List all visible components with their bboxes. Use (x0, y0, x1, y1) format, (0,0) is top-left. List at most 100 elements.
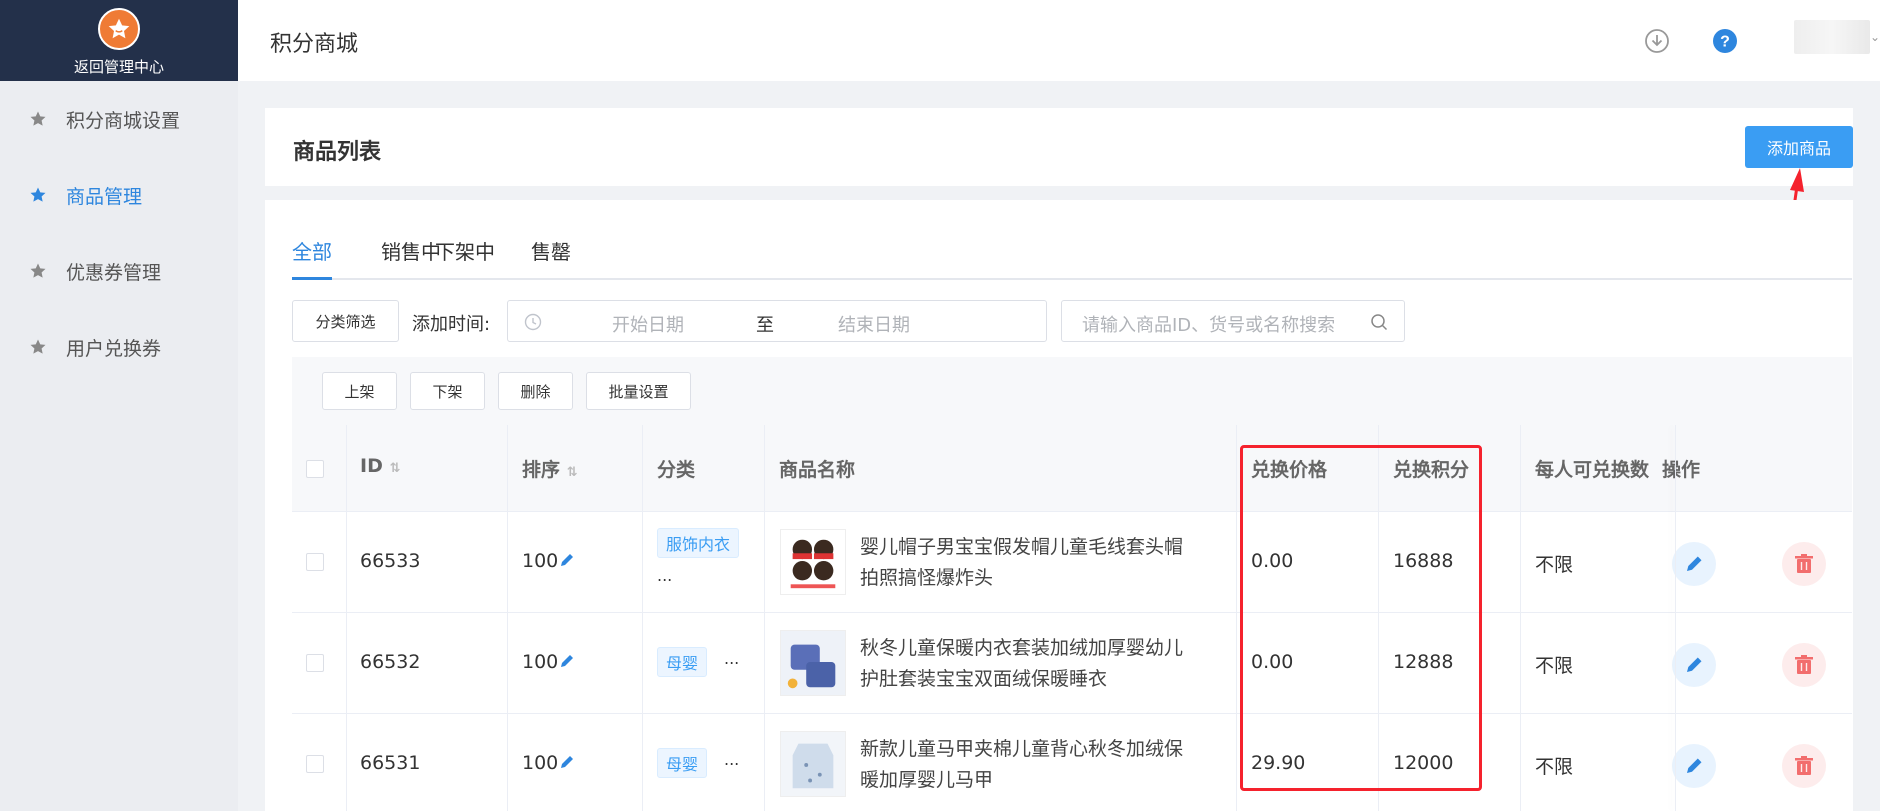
cell-points: 12888 (1393, 651, 1454, 673)
column-divider (764, 425, 765, 811)
delete-row-button[interactable] (1782, 542, 1826, 586)
category-tag: 母婴 (657, 748, 708, 778)
trash-icon (1795, 756, 1813, 775)
sidebar-item-user-vouchers[interactable]: 用户兑换券 (0, 309, 238, 385)
table-row: 66531 100 母婴 ... 新款儿童马甲夹棉儿童背心秋冬加绒保暖加厚婴儿马… (292, 714, 1852, 811)
search-icon[interactable] (1370, 313, 1388, 331)
help-icon[interactable]: ? (1712, 28, 1738, 54)
svg-text:?: ? (1720, 34, 1730, 51)
column-header-limit: 每人可兑换数 (1535, 459, 1650, 481)
pencil-icon (1687, 657, 1702, 672)
star-icon (30, 339, 46, 354)
row-checkbox[interactable] (306, 755, 324, 773)
pencil-icon[interactable] (558, 753, 576, 771)
tab-on-sale[interactable]: 销售中 (381, 236, 441, 277)
category-tag: 服饰内衣 (657, 528, 740, 558)
table-row: 66532 100 母婴 ... 秋冬儿童保暖内衣套装加绒加厚婴幼儿护肚套装宝宝… (292, 613, 1852, 714)
delete-row-button[interactable] (1782, 744, 1826, 788)
edit-button[interactable] (1672, 643, 1716, 687)
date-range-separator: 至 (756, 315, 774, 336)
delete-button[interactable]: 删除 (498, 372, 573, 410)
cell-id: 66533 (360, 550, 421, 572)
sort-icon[interactable]: ⇅ (567, 465, 578, 480)
column-divider (346, 425, 347, 811)
product-table-card: 全部 销售中 下架中 售罄 分类筛选 添加时间: 开始日期 至 结束日期 请输入… (265, 200, 1853, 811)
tab-sold-out[interactable]: 售罄 (531, 236, 571, 277)
column-header-sort[interactable]: 排序 ⇅ (522, 455, 578, 482)
sidebar-item-label: 优惠券管理 (66, 261, 162, 284)
search-input[interactable]: 请输入商品ID、货号或名称搜索 (1061, 300, 1405, 342)
product-thumbnail (780, 731, 846, 797)
pencil-icon (1687, 556, 1702, 571)
sidebar-item-mall-settings[interactable]: 积分商城设置 (0, 81, 238, 157)
batch-settings-button[interactable]: 批量设置 (586, 372, 691, 410)
off-shelf-button[interactable]: 下架 (410, 372, 485, 410)
end-date-input[interactable]: 结束日期 (838, 311, 910, 337)
date-range-picker[interactable]: 开始日期 至 结束日期 (507, 300, 1047, 342)
tab-all[interactable]: 全部 (292, 236, 332, 280)
cell-limit: 不限 (1535, 655, 1574, 677)
select-all-checkbox[interactable] (306, 460, 324, 478)
column-divider (507, 425, 508, 811)
cell-sort[interactable]: 100 (522, 752, 576, 774)
on-shelf-button[interactable]: 上架 (322, 372, 397, 410)
cell-points: 12000 (1393, 752, 1454, 774)
sidebar-item-products[interactable]: 商品管理 (0, 157, 238, 233)
row-checkbox[interactable] (306, 553, 324, 571)
sort-icon[interactable]: ⇅ (389, 461, 400, 476)
delete-row-button[interactable] (1782, 643, 1826, 687)
back-to-admin-label: 返回管理中心 (73, 58, 164, 76)
sidebar-item-coupons[interactable]: 优惠券管理 (0, 233, 238, 309)
pencil-icon[interactable] (558, 551, 576, 569)
add-product-button[interactable]: 添加商品 (1745, 126, 1853, 168)
category-more[interactable]: ... (657, 566, 672, 585)
category-more[interactable]: ... (724, 649, 739, 668)
column-header-price: 兑换价格 (1251, 459, 1328, 481)
chevron-down-icon[interactable]: ⌄ (1870, 30, 1880, 44)
category-tag: 母婴 (657, 647, 708, 677)
cell-sort[interactable]: 100 (522, 550, 576, 572)
user-avatar[interactable] (1794, 20, 1870, 54)
category-filter-button[interactable]: 分类筛选 (292, 300, 399, 342)
sidebar: 返回管理中心 积分商城设置 商品管理 优惠券管理 用户兑换券 (0, 0, 238, 811)
page-title: 积分商城 (270, 32, 359, 57)
row-checkbox[interactable] (306, 654, 324, 672)
pencil-icon (1687, 758, 1702, 773)
column-divider (1378, 425, 1379, 811)
column-header-category: 分类 (657, 459, 696, 481)
table-row: 66533 100 服饰内衣 ... 婴儿帽子男宝宝假发帽儿童毛线套头帽拍照搞怪… (292, 512, 1852, 613)
trash-icon (1795, 554, 1813, 573)
column-divider (1520, 425, 1521, 811)
star-icon (30, 187, 46, 202)
status-tabs: 全部 销售中 下架中 售罄 (292, 236, 1852, 280)
column-divider (1236, 425, 1237, 811)
start-date-input[interactable]: 开始日期 (612, 311, 684, 337)
table-header: ID ⇅ 排序 ⇅ 分类 商品名称 兑换价格 兑换积分 每人可兑换数 操作 (292, 425, 1852, 512)
category-more[interactable]: ... (724, 750, 739, 769)
fixed-column-divider (1675, 425, 1676, 811)
tab-off-shelf[interactable]: 下架中 (435, 236, 495, 277)
pencil-icon[interactable] (558, 652, 576, 670)
cell-price: 0.00 (1251, 550, 1294, 572)
product-table: ID ⇅ 排序 ⇅ 分类 商品名称 兑换价格 兑换积分 每人可兑换数 操作 66… (292, 425, 1852, 811)
column-header-id[interactable]: ID ⇅ (360, 455, 400, 477)
product-thumbnail (780, 529, 846, 595)
sidebar-item-label: 商品管理 (66, 185, 143, 208)
cell-price: 0.00 (1251, 651, 1294, 673)
download-icon[interactable] (1644, 28, 1670, 54)
product-name[interactable]: 秋冬儿童保暖内衣套装加绒加厚婴幼儿护肚套装宝宝双面绒保暖睡衣 (860, 633, 1190, 695)
cell-sort[interactable]: 100 (522, 651, 576, 673)
edit-button[interactable] (1672, 744, 1716, 788)
column-divider (642, 425, 643, 811)
star-icon (30, 111, 46, 126)
clock-icon (524, 313, 542, 331)
cell-id: 66531 (360, 752, 421, 774)
product-name[interactable]: 新款儿童马甲夹棉儿童背心秋冬加绒保暖加厚婴儿马甲 (860, 734, 1190, 796)
edit-button[interactable] (1672, 542, 1716, 586)
section-title: 商品列表 (293, 140, 382, 165)
column-header-ops: 操作 (1662, 459, 1701, 481)
product-name[interactable]: 婴儿帽子男宝宝假发帽儿童毛线套头帽拍照搞怪爆炸头 (860, 532, 1190, 594)
back-to-admin[interactable]: 返回管理中心 (0, 0, 238, 81)
star-logo-icon (98, 8, 140, 50)
cell-limit: 不限 (1535, 554, 1574, 576)
